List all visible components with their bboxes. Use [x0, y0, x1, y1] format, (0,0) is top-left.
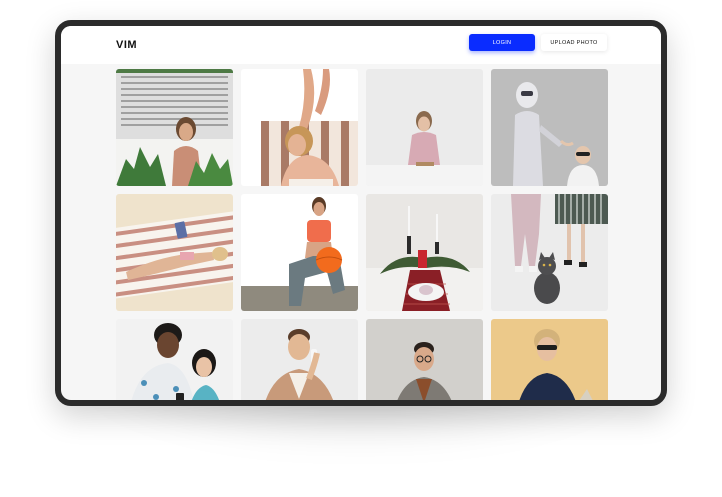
photo-card[interactable] [491, 319, 608, 400]
mockup-stage: VIM LOGIN UPLOAD PHOTO [0, 0, 722, 497]
photo-woman-striped-chair [241, 69, 358, 186]
photo-card[interactable] [241, 69, 358, 186]
photo-couple-phone [116, 319, 233, 400]
photo-card[interactable] [366, 69, 483, 186]
app-screen: VIM LOGIN UPLOAD PHOTO [61, 26, 661, 400]
app-logo[interactable]: VIM [116, 39, 137, 51]
upload-photo-button[interactable]: UPLOAD PHOTO [541, 34, 607, 51]
photo-card[interactable] [366, 319, 483, 400]
photo-woman-beach-towel [116, 194, 233, 311]
photo-woman-plants-window [116, 69, 233, 186]
photo-card[interactable] [241, 319, 358, 400]
photo-card[interactable] [116, 194, 233, 311]
photo-woman-reading-table [366, 69, 483, 186]
photo-man-glasses [366, 319, 483, 400]
laptop-frame: VIM LOGIN UPLOAD PHOTO [55, 20, 667, 406]
photo-card[interactable] [241, 194, 358, 311]
photo-grid [116, 69, 608, 400]
photo-cat-with-people [491, 194, 608, 311]
photo-card[interactable] [491, 69, 608, 186]
photo-card[interactable] [116, 319, 233, 400]
photo-robot-and-girl [491, 69, 608, 186]
photo-card[interactable] [116, 69, 233, 186]
photo-woman-sunglasses [491, 319, 608, 400]
photo-man-phone [241, 319, 358, 400]
app-header: VIM LOGIN UPLOAD PHOTO [61, 26, 661, 64]
photo-card[interactable] [491, 194, 608, 311]
photo-woman-orange-ball [241, 194, 358, 311]
login-button[interactable]: LOGIN [469, 34, 535, 51]
photo-christmas-table [366, 194, 483, 311]
photo-card[interactable] [366, 194, 483, 311]
